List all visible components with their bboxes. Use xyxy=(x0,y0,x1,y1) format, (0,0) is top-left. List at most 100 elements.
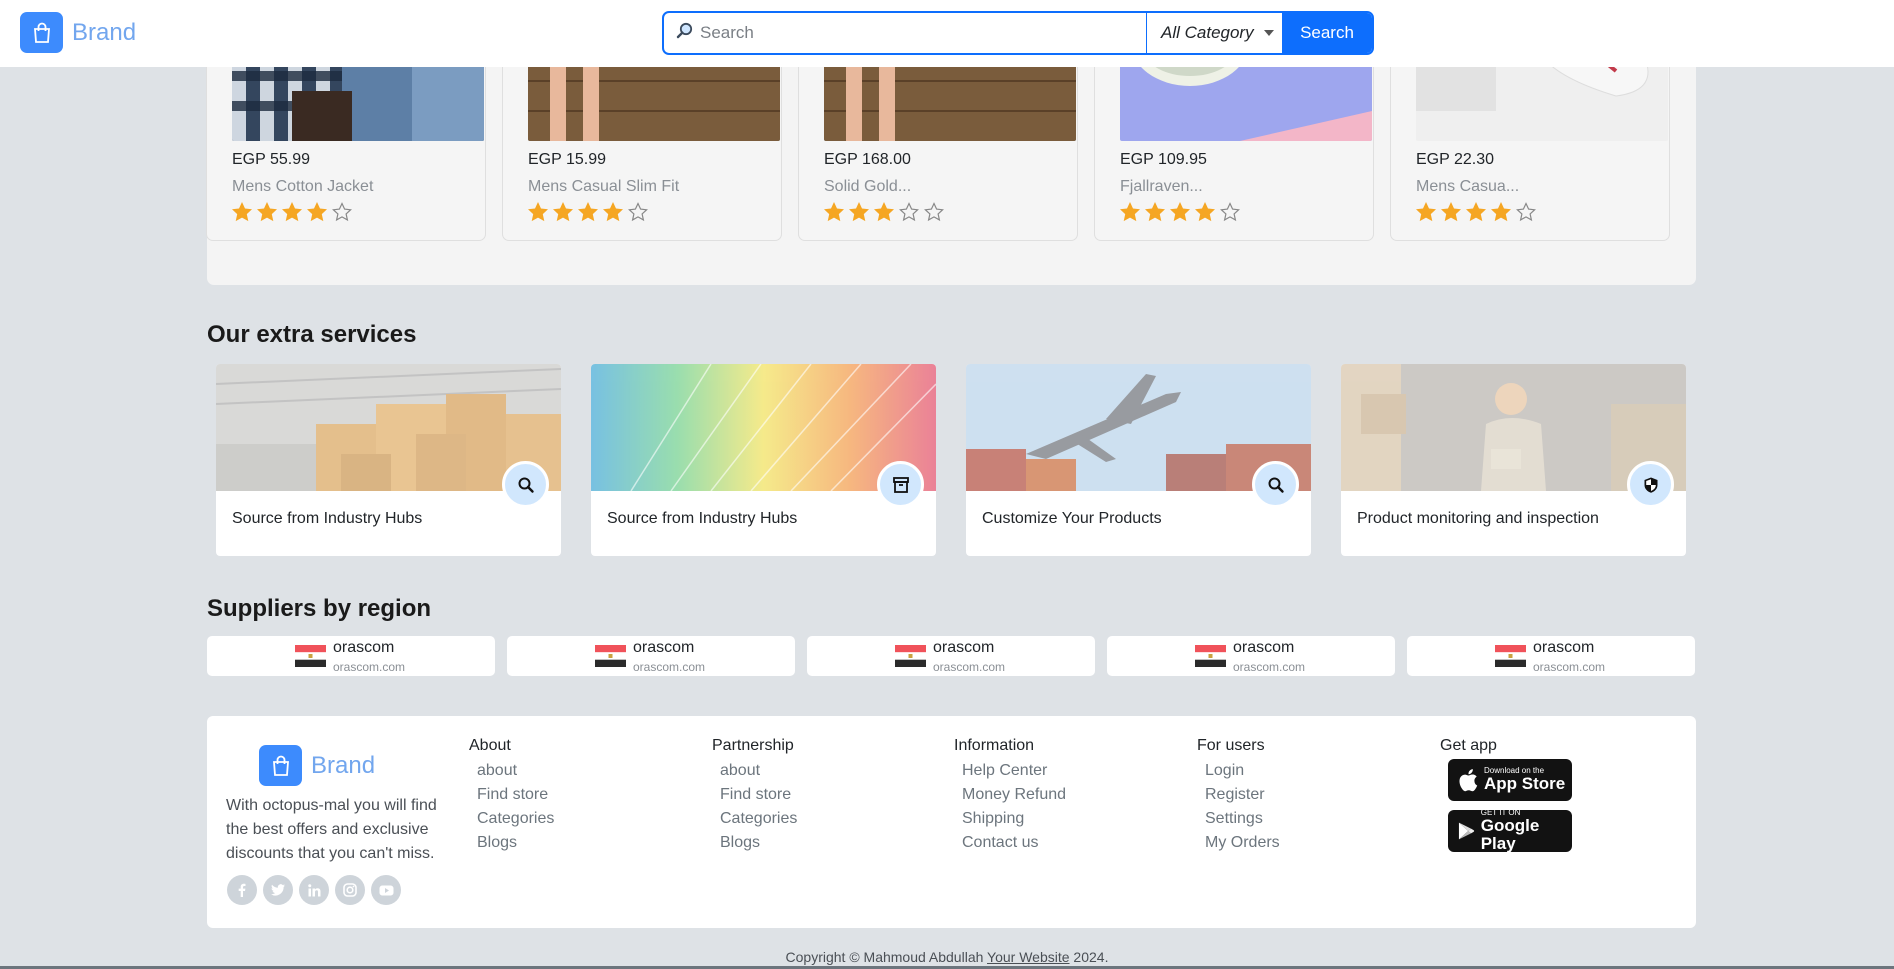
footer-link[interactable]: Login xyxy=(1197,759,1280,783)
google-play-button[interactable]: GET IT ON Google Play xyxy=(1448,809,1572,853)
rating-stars xyxy=(1118,200,1242,224)
product-price: EGP 55.99 xyxy=(232,151,310,168)
star-filled-icon xyxy=(1466,202,1486,222)
supplier-url: orascom.com xyxy=(333,660,406,674)
supplier-name: orascom xyxy=(933,639,995,656)
rating-stars xyxy=(526,200,650,224)
product-price: EGP 15.99 xyxy=(528,151,606,168)
shield-icon[interactable] xyxy=(1627,461,1674,508)
star-empty-icon xyxy=(1516,202,1536,222)
linkedin-icon[interactable] xyxy=(299,875,329,905)
recommended-products-panel: EGP 55.99 Mens Cotton Jacket EGP 15.99 M… xyxy=(206,0,1696,285)
star-filled-icon xyxy=(578,202,598,222)
supplier-name: orascom xyxy=(1533,639,1595,656)
service-card[interactable]: Source from Industry Hubs xyxy=(216,364,561,556)
footer-link[interactable]: Categories xyxy=(712,807,797,831)
category-select[interactable]: All Category xyxy=(1147,13,1282,53)
footer-brand-logo[interactable]: Brand xyxy=(259,745,375,786)
search-field[interactable] xyxy=(664,13,1147,53)
product-name[interactable]: Fjallraven... xyxy=(1120,178,1203,196)
footer-link[interactable]: Blogs xyxy=(469,831,554,855)
brand-name: Brand xyxy=(311,751,376,779)
egypt-flag-icon xyxy=(1195,645,1226,667)
archive-icon[interactable] xyxy=(877,461,924,508)
footer-link[interactable]: My Orders xyxy=(1197,831,1280,855)
star-filled-icon xyxy=(257,202,277,222)
star-filled-icon xyxy=(307,202,327,222)
footer-column-title: For users xyxy=(1197,737,1265,754)
shopping-bag-icon xyxy=(259,745,302,786)
product-name[interactable]: Mens Casua... xyxy=(1416,178,1519,196)
product-price: EGP 168.00 xyxy=(824,151,911,168)
footer-link[interactable]: Contact us xyxy=(954,831,1066,855)
service-title: Source from Industry Hubs xyxy=(607,510,798,527)
product-name[interactable]: Mens Cotton Jacket xyxy=(232,178,373,196)
search-input[interactable] xyxy=(700,23,1120,43)
footer-column-title: Partnership xyxy=(712,737,794,754)
service-title: Customize Your Products xyxy=(982,510,1162,527)
footer-link[interactable]: about xyxy=(712,759,797,783)
copyright-suffix: 2024. xyxy=(1069,949,1109,965)
egypt-flag-icon xyxy=(895,645,926,667)
header: Brand All Category Search xyxy=(0,0,1894,67)
supplier-name: orascom xyxy=(633,639,695,656)
star-filled-icon xyxy=(824,202,844,222)
supplier-url: orascom.com xyxy=(1233,660,1306,674)
egypt-flag-icon xyxy=(1495,645,1526,667)
footer-column-title: About xyxy=(469,737,511,754)
footer-link[interactable]: Register xyxy=(1197,783,1280,807)
footer-link[interactable]: Help Center xyxy=(954,759,1066,783)
supplier-item[interactable]: orascom orascom.com xyxy=(1107,636,1395,676)
service-card[interactable]: Customize Your Products xyxy=(966,364,1311,556)
service-card[interactable]: Source from Industry Hubs xyxy=(591,364,936,556)
footer-link[interactable]: Shipping xyxy=(954,807,1066,831)
instagram-icon[interactable] xyxy=(335,875,365,905)
supplier-item[interactable]: orascom orascom.com xyxy=(507,636,795,676)
footer-link[interactable]: Categories xyxy=(469,807,554,831)
footer-description: With octopus-mal you will find the best … xyxy=(226,797,437,862)
app-store-button[interactable]: Download on the App Store xyxy=(1448,759,1572,801)
footer-link[interactable]: Blogs xyxy=(712,831,797,855)
social-links xyxy=(227,875,401,905)
service-title: Source from Industry Hubs xyxy=(232,510,423,527)
star-filled-icon xyxy=(1145,202,1165,222)
star-filled-icon xyxy=(1120,202,1140,222)
suppliers-title: Suppliers by region xyxy=(207,595,432,622)
facebook-icon[interactable] xyxy=(227,875,257,905)
brand-logo[interactable]: Brand xyxy=(20,12,136,53)
youtube-icon[interactable] xyxy=(371,875,401,905)
footer-link[interactable]: Find store xyxy=(712,783,797,807)
copyright-prefix: Copyright © Mahmoud Abdullah xyxy=(785,949,988,965)
product-name[interactable]: Solid Gold... xyxy=(824,178,911,196)
search-icon[interactable] xyxy=(1252,461,1299,508)
star-filled-icon xyxy=(1491,202,1511,222)
footer-column-title: Get app xyxy=(1440,737,1497,754)
star-filled-icon xyxy=(232,202,252,222)
twitter-icon[interactable] xyxy=(263,875,293,905)
supplier-url: orascom.com xyxy=(1533,660,1606,674)
brand-name: Brand xyxy=(72,18,137,46)
supplier-item[interactable]: orascom orascom.com xyxy=(1407,636,1695,676)
google-play-icon xyxy=(1458,822,1475,840)
footer-column-get-app: Get app xyxy=(1440,737,1497,759)
google-play-big-text: Google Play xyxy=(1480,816,1540,853)
product-name[interactable]: Mens Casual Slim Fit xyxy=(528,178,679,196)
footer-link[interactable]: Find store xyxy=(469,783,554,807)
supplier-item[interactable]: orascom orascom.com xyxy=(207,636,495,676)
service-card[interactable]: Product monitoring and inspection xyxy=(1341,364,1686,556)
star-empty-icon xyxy=(1220,202,1240,222)
app-store-big-text: App Store xyxy=(1484,774,1566,793)
egypt-flag-icon xyxy=(595,645,626,667)
footer: Brand With octopus-mal you will find the… xyxy=(207,716,1696,928)
rating-stars xyxy=(1414,200,1538,224)
footer-link[interactable]: Settings xyxy=(1197,807,1280,831)
supplier-url: orascom.com xyxy=(633,660,706,674)
search-icon[interactable] xyxy=(502,461,549,508)
website-link[interactable]: Your Website xyxy=(987,949,1070,965)
footer-link[interactable]: Money Refund xyxy=(954,783,1066,807)
star-empty-icon xyxy=(628,202,648,222)
supplier-item[interactable]: orascom orascom.com xyxy=(807,636,1095,676)
search-button[interactable]: Search xyxy=(1282,13,1372,53)
search-icon xyxy=(676,22,694,45)
footer-link[interactable]: about xyxy=(469,759,554,783)
